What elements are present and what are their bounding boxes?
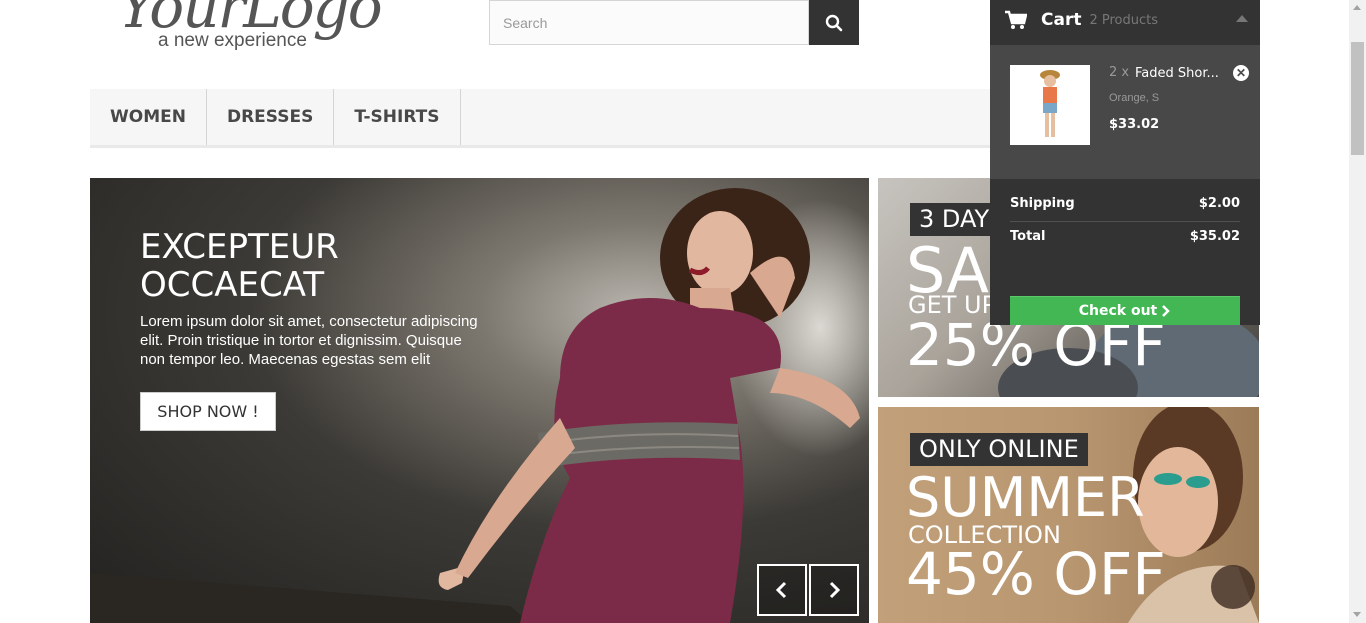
remove-item-icon[interactable]: ✕	[1233, 65, 1249, 81]
chevron-right-icon	[829, 581, 841, 599]
slider-prev-button[interactable]	[757, 564, 807, 616]
store-logo[interactable]: YourLogo a new experience	[118, 0, 408, 58]
cart-total-row: Total $35.02	[1010, 229, 1240, 244]
cart-product-quantity: 2 x	[1109, 65, 1130, 80]
banner-summer-tag: ONLY ONLINE	[910, 433, 1088, 466]
banner-summer-line1: SUMMER	[906, 466, 1145, 529]
cart-dropdown: Cart 2 Products 2 x Faded Shor... Orange…	[990, 0, 1260, 325]
search-icon	[825, 14, 843, 31]
search-bar	[489, 0, 859, 45]
collapse-arrow-icon[interactable]	[1236, 15, 1248, 22]
cart-product-list: 2 x Faded Shor... Orange, S $33.02 ✕	[990, 45, 1260, 179]
menu-item-dresses[interactable]: DRESSES	[207, 89, 335, 145]
slide-title-line2: OCCAECAT	[140, 265, 325, 305]
scroll-up-arrow-icon[interactable]	[1353, 5, 1361, 10]
cart-header[interactable]: Cart 2 Products	[990, 0, 1260, 40]
banner-summer-line3: 45% OFF	[906, 540, 1166, 608]
homepage-slider[interactable]: EXCEPTEUR OCCAECAT Lorem ipsum dolor sit…	[90, 178, 869, 623]
checkout-button[interactable]: Check out	[1010, 296, 1240, 325]
logo-tagline: a new experience	[158, 30, 307, 51]
chevron-right-icon	[1162, 305, 1171, 317]
scrollbar-thumb[interactable]	[1351, 42, 1364, 155]
slide-description: Lorem ipsum dolor sit amet, consectetur …	[140, 313, 478, 368]
menu-item-t-shirts[interactable]: T-SHIRTS	[334, 89, 461, 145]
page: YourLogo a new experience WOMEN DRESSES …	[0, 0, 1366, 623]
chevron-left-icon	[775, 581, 787, 599]
cart-count: 2 Products	[1089, 12, 1159, 28]
cart-product-price: $33.02	[1109, 117, 1160, 132]
total-label: Total	[1010, 229, 1046, 244]
shipping-label: Shipping	[1010, 196, 1075, 211]
menu-item-women[interactable]: WOMEN	[90, 89, 207, 145]
slide-title-line1: EXCEPTEUR	[140, 227, 339, 267]
cart-product-attributes: Orange, S	[1109, 92, 1160, 104]
slide-title: EXCEPTEUR OCCAECAT	[140, 228, 460, 304]
slider-next-button[interactable]	[809, 564, 859, 616]
cart-label: Cart	[1041, 10, 1082, 30]
cart-product-name[interactable]: Faded Shor...	[1135, 66, 1220, 81]
cart-product-image[interactable]	[1010, 65, 1090, 145]
promo-banner-summer[interactable]: ONLY ONLINE SUMMER COLLECTION 45% OFF	[878, 407, 1259, 623]
scroll-down-arrow-icon[interactable]	[1353, 612, 1361, 617]
shopping-cart-icon	[1005, 10, 1027, 29]
checkout-label: Check out	[1078, 303, 1158, 319]
shop-now-button[interactable]: SHOP NOW !	[140, 392, 276, 431]
product-thumbnail	[1040, 70, 1060, 137]
page-scrollbar[interactable]	[1349, 0, 1366, 623]
cart-shipping-row: Shipping $2.00	[1010, 196, 1240, 211]
search-button[interactable]	[809, 0, 859, 45]
shipping-value: $2.00	[1198, 196, 1240, 211]
search-input[interactable]	[489, 0, 809, 45]
total-value: $35.02	[1189, 229, 1240, 244]
slider-navigation	[757, 564, 859, 616]
cart-divider	[1010, 221, 1240, 222]
